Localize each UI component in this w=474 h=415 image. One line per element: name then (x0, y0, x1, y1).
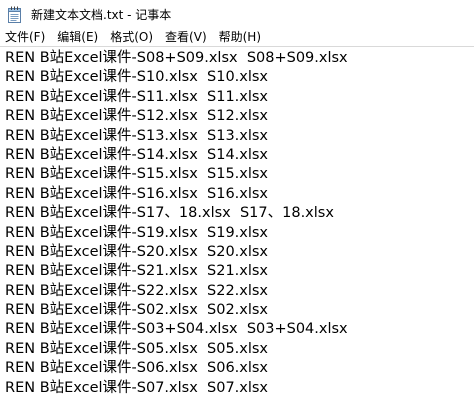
text-line: REN B站Excel课件-S15.xlsx S15.xlsx (5, 166, 269, 183)
menu-help[interactable]: 帮助(H) (219, 29, 261, 46)
text-line: REN B站Excel课件-S22.xlsx S22.xlsx (5, 282, 269, 299)
menu-format[interactable]: 格式(O) (110, 29, 153, 46)
text-line: REN B站Excel课件-S07.xlsx S07.xlsx (5, 379, 269, 396)
text-line: REN B站Excel课件-S02.xlsx S02.xlsx (5, 302, 269, 319)
text-line: REN B站Excel课件-S06.xlsx S06.xlsx (5, 360, 269, 377)
text-line: REN B站Excel课件-S14.xlsx S14.xlsx (5, 146, 269, 163)
text-line: REN B站Excel课件-S17、18.xlsx S17、18.xlsx (5, 205, 334, 222)
title-bar[interactable]: 新建文本文档.txt - 记事本 (0, 0, 474, 29)
text-line: REN B站Excel课件-S03+S04.xlsx S03+S04.xlsx (5, 321, 348, 338)
text-line: REN B站Excel课件-S13.xlsx S13.xlsx (5, 127, 269, 144)
text-line: REN B站Excel课件-S05.xlsx S05.xlsx (5, 340, 269, 357)
text-line: REN B站Excel课件-S21.xlsx S21.xlsx (5, 263, 269, 280)
menu-edit[interactable]: 编辑(E) (57, 29, 98, 46)
text-line: REN B站Excel课件-S11.xlsx S11.xlsx (5, 88, 269, 105)
text-line: REN B站Excel课件-S10.xlsx S10.xlsx (5, 69, 269, 86)
notepad-icon (7, 6, 23, 23)
menu-file[interactable]: 文件(F) (5, 29, 45, 46)
menu-view[interactable]: 查看(V) (165, 29, 207, 46)
window-title: 新建文本文档.txt - 记事本 (31, 8, 172, 22)
text-line: REN B站Excel课件-S19.xlsx S19.xlsx (5, 224, 269, 241)
text-line: REN B站Excel课件-S16.xlsx S16.xlsx (5, 185, 269, 202)
text-line: REN B站Excel课件-S12.xlsx S12.xlsx (5, 108, 269, 125)
notepad-window: 新建文本文档.txt - 记事本 文件(F) 编辑(E) 格式(O) 查看(V)… (0, 0, 474, 415)
text-line: REN B站Excel课件-S08+S09.xlsx S08+S09.xlsx (5, 50, 348, 66)
text-line: REN B站Excel课件-S20.xlsx S20.xlsx (5, 243, 269, 260)
text-editor-area[interactable]: REN B站Excel课件-S08+S09.xlsx S08+S09.xlsx … (0, 46, 474, 415)
menu-bar: 文件(F) 编辑(E) 格式(O) 查看(V) 帮助(H) (0, 29, 474, 46)
